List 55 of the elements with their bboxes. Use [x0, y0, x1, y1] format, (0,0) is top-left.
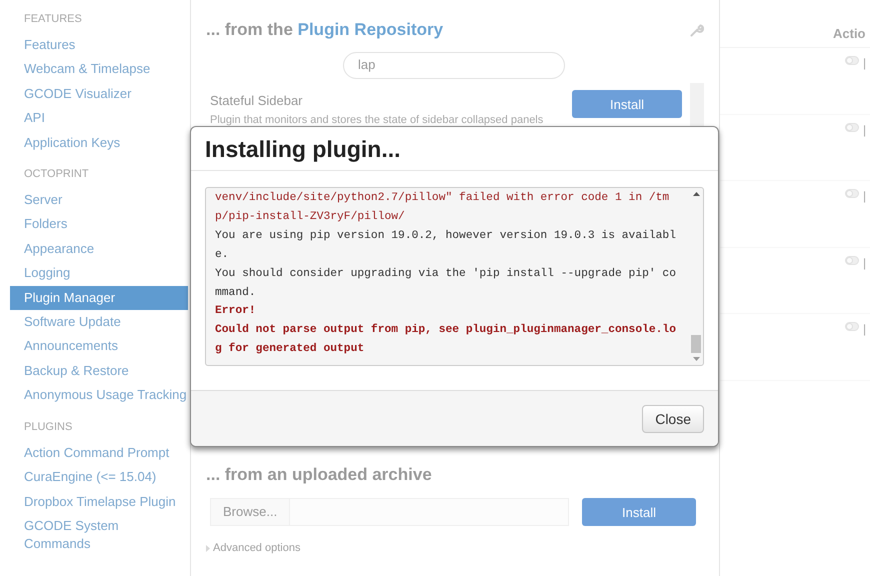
- sidebar-item[interactable]: Announcements: [10, 334, 188, 359]
- install-button[interactable]: Install: [572, 90, 682, 118]
- toggle-icon[interactable]: [845, 256, 859, 264]
- sidebar-item[interactable]: Appearance: [10, 236, 188, 262]
- sidebar-item[interactable]: API: [10, 106, 188, 131]
- sidebar-item[interactable]: Backup & Restore: [10, 358, 188, 384]
- error-message: Could not parse output from pip, see plugin_pluginmanager_console.log for generated output: [215, 322, 676, 358]
- section-title: ... from the Plugin Repository: [206, 20, 444, 40]
- sidebar-item[interactable]: Dropbox Timelapse Plugin: [10, 490, 188, 514]
- sidebar-item[interactable]: Software Update: [10, 310, 188, 334]
- close-button[interactable]: Close: [642, 404, 704, 432]
- advanced-options-link[interactable]: Advanced options: [213, 542, 300, 554]
- toggle-icon[interactable]: [845, 122, 859, 132]
- wrench-icon[interactable]: [690, 23, 704, 37]
- scroll-down-arrow-icon[interactable]: [692, 357, 700, 361]
- caret-icon: [206, 544, 210, 552]
- install-button[interactable]: Install: [582, 498, 696, 526]
- column-header: Actio: [833, 26, 866, 41]
- toggle-icon[interactable]: [845, 322, 859, 331]
- log-line: venv/include/site/python2.7/pillow" failed with error code 1 in /tmp/pip-install-ZV3ryF/pillow/: [215, 190, 670, 225]
- sidebar-item[interactable]: Plugin Manager: [10, 286, 188, 310]
- toggle-icon[interactable]: [845, 56, 859, 65]
- sidebar-item[interactable]: Logging: [10, 261, 188, 286]
- error-message: Error!: [215, 304, 257, 320]
- plugin-name: Stateful Sidebar: [210, 92, 304, 110]
- section-heading: OCTOPRINT: [23, 167, 90, 182]
- separator: |: [863, 56, 868, 72]
- sidebar-item[interactable]: Folders: [10, 212, 188, 237]
- log-line: You are using pip version 19.0.2, however version 19.0.3 is available.: [215, 228, 676, 263]
- section-heading: PLUGINS: [23, 420, 74, 435]
- sidebar-item[interactable]: Action Command Prompt: [10, 440, 188, 466]
- sidebar-item[interactable]: Anonymous Usage Tracking: [10, 383, 188, 408]
- sidebar-item[interactable]: GCODE System Commands: [10, 514, 188, 557]
- sidebar-item[interactable]: Webcam & Timelapse: [10, 57, 188, 82]
- sidebar-item[interactable]: Application Keys: [10, 130, 188, 156]
- plugin-description: Plugin that monitors and stores the state of sidebar collapsed panels: [210, 113, 544, 128]
- sidebar-item[interactable]: Server: [10, 188, 188, 212]
- sidebar-item[interactable]: CuraEngine (<= 15.04): [10, 465, 188, 490]
- scroll-thumb[interactable]: [691, 335, 701, 353]
- scroll-up-arrow-icon[interactable]: [692, 192, 700, 196]
- toggle-icon[interactable]: [845, 189, 859, 198]
- repository-link[interactable]: Plugin Repository: [298, 20, 444, 39]
- sidebar-item[interactable]: Features: [10, 33, 188, 58]
- file-field[interactable]: Browse...: [210, 498, 569, 526]
- section-title: ... from an uploaded archive: [206, 465, 433, 485]
- scrollbar[interactable]: [690, 83, 704, 126]
- separator: |: [863, 256, 868, 272]
- dialog-title: Installing plugin...: [205, 135, 402, 164]
- separator: |: [863, 322, 868, 338]
- log-line: You should consider upgrading via the 'pip install --upgrade pip' command.: [215, 266, 676, 301]
- section-heading: FEATURES: [23, 12, 83, 27]
- search-field[interactable]: lap: [343, 52, 565, 79]
- separator: |: [863, 189, 868, 205]
- sidebar-item[interactable]: GCODE Visualizer: [10, 82, 188, 106]
- separator: |: [863, 122, 868, 138]
